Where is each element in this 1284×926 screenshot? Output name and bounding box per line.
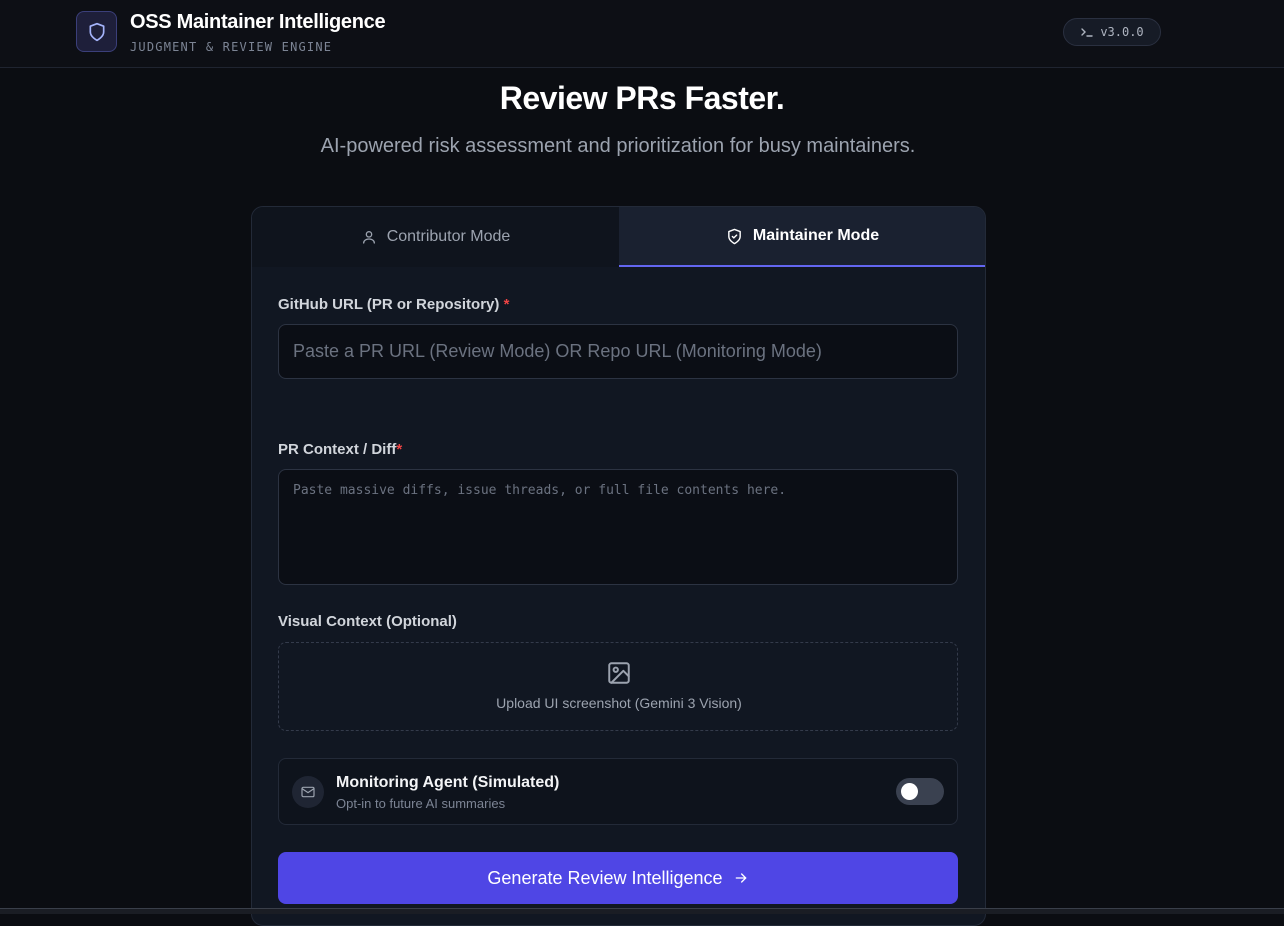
github-url-label: GitHub URL (PR or Repository) * <box>278 296 509 313</box>
version-badge: v3.0.0 <box>1063 18 1161 46</box>
monitoring-agent-subtitle: Opt-in to future AI summaries <box>336 796 506 811</box>
app-subtitle: JUDGMENT & REVIEW ENGINE <box>130 40 333 54</box>
user-icon <box>362 231 375 244</box>
github-url-label-text: GitHub URL (PR or Repository) <box>278 296 500 313</box>
app-title: OSS Maintainer Intelligence <box>130 11 386 33</box>
monitoring-agent-row: Monitoring Agent (Simulated) Opt-in to f… <box>278 758 958 825</box>
mail-icon-container <box>292 776 324 808</box>
tab-contributor-mode[interactable]: Contributor Mode <box>252 207 619 267</box>
terminal-prompt-icon <box>1081 28 1094 37</box>
top-navigation-bar: OSS Maintainer Intelligence JUDGMENT & R… <box>0 0 1284 68</box>
window-bottom-edge <box>0 908 1284 914</box>
generate-review-label: Generate Review Intelligence <box>487 867 723 888</box>
shield-check-icon <box>728 228 741 244</box>
mode-tabs: Contributor Mode Maintainer Mode <box>252 207 985 267</box>
monitoring-agent-title: Monitoring Agent (Simulated) <box>336 774 560 791</box>
mail-icon <box>301 786 315 798</box>
pr-context-label: PR Context / Diff* <box>278 441 402 458</box>
visual-context-label: Visual Context (Optional) <box>278 613 457 630</box>
toggle-knob <box>901 783 918 800</box>
upload-hint-text: Upload UI screenshot (Gemini 3 Vision) <box>496 695 742 711</box>
screenshot-upload-dropzone[interactable]: Upload UI screenshot (Gemini 3 Vision) <box>278 642 958 731</box>
review-form-card: Contributor Mode Maintainer Mode GitHub … <box>251 206 986 926</box>
pr-context-textarea[interactable] <box>278 469 958 585</box>
generate-review-button[interactable]: Generate Review Intelligence <box>278 852 958 904</box>
shield-icon <box>89 22 104 41</box>
github-url-input[interactable] <box>278 324 958 379</box>
arrow-right-icon <box>735 873 746 883</box>
app-logo <box>76 11 117 52</box>
tab-maintainer-mode[interactable]: Maintainer Mode <box>619 207 985 267</box>
required-marker: * <box>396 441 403 458</box>
required-marker: * <box>503 296 510 313</box>
hero-subtitle: AI-powered risk assessment and prioritiz… <box>320 135 916 157</box>
tab-contributor-label: Contributor Mode <box>386 228 511 245</box>
image-icon <box>608 662 630 684</box>
monitoring-agent-toggle[interactable] <box>896 778 944 805</box>
version-text: v3.0.0 <box>1100 25 1144 39</box>
tab-maintainer-label: Maintainer Mode <box>752 227 880 244</box>
hero-title: Review PRs Faster. <box>499 80 785 116</box>
pr-context-label-text: PR Context / Diff <box>278 441 397 458</box>
